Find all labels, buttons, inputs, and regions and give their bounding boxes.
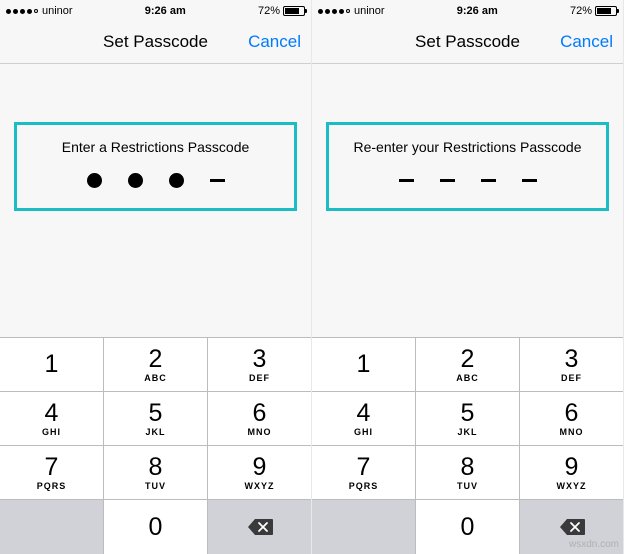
status-right: 72% <box>570 5 617 17</box>
phone-screen-2: uninor 9:26 am 72% Set Passcode Cancel R… <box>312 0 624 554</box>
numeric-keypad: 1 2ABC 3DEF 4GHI 5JKL 6MNO 7PQRS 8TUV 9W… <box>312 337 623 554</box>
key-4[interactable]: 4GHI <box>0 392 104 446</box>
signal-icon <box>6 9 38 14</box>
prompt-label: Re-enter your Restrictions Passcode <box>335 139 600 155</box>
backspace-icon <box>559 518 585 536</box>
nav-bar: Set Passcode Cancel <box>312 20 623 64</box>
key-7[interactable]: 7PQRS <box>312 446 416 500</box>
status-bar: uninor 9:26 am 72% <box>0 0 311 20</box>
passcode-dot-empty <box>481 173 496 188</box>
key-6[interactable]: 6MNO <box>208 392 311 446</box>
carrier-label: uninor <box>354 5 385 17</box>
prompt-label: Enter a Restrictions Passcode <box>23 139 288 155</box>
key-9[interactable]: 9WXYZ <box>520 446 623 500</box>
status-left: uninor <box>318 5 385 17</box>
passcode-dot-filled <box>87 173 102 188</box>
signal-icon <box>318 9 350 14</box>
key-6[interactable]: 6MNO <box>520 392 623 446</box>
key-9[interactable]: 9WXYZ <box>208 446 311 500</box>
key-5[interactable]: 5JKL <box>104 392 208 446</box>
backspace-button[interactable] <box>208 500 311 554</box>
backspace-button[interactable] <box>520 500 623 554</box>
passcode-dot-filled <box>128 173 143 188</box>
key-0[interactable]: 0 <box>416 500 520 554</box>
key-blank <box>312 500 416 554</box>
passcode-dot-empty <box>210 173 225 188</box>
key-7[interactable]: 7PQRS <box>0 446 104 500</box>
key-2[interactable]: 2ABC <box>104 338 208 392</box>
key-4[interactable]: 4GHI <box>312 392 416 446</box>
key-8[interactable]: 8TUV <box>416 446 520 500</box>
clock-label: 9:26 am <box>145 5 186 17</box>
key-5[interactable]: 5JKL <box>416 392 520 446</box>
cancel-button[interactable]: Cancel <box>248 32 301 52</box>
clock-label: 9:26 am <box>457 5 498 17</box>
key-1[interactable]: 1 <box>0 338 104 392</box>
passcode-dot-empty <box>440 173 455 188</box>
key-2[interactable]: 2ABC <box>416 338 520 392</box>
passcode-prompt-box: Re-enter your Restrictions Passcode <box>326 122 609 211</box>
passcode-prompt-box: Enter a Restrictions Passcode <box>14 122 297 211</box>
key-blank <box>0 500 104 554</box>
key-3[interactable]: 3DEF <box>208 338 311 392</box>
status-bar: uninor 9:26 am 72% <box>312 0 623 20</box>
battery-percent: 72% <box>570 5 592 17</box>
passcode-dots <box>23 173 288 188</box>
passcode-dot-filled <box>169 173 184 188</box>
battery-icon <box>595 6 617 16</box>
backspace-icon <box>247 518 273 536</box>
content-area: Enter a Restrictions Passcode <box>0 64 311 271</box>
status-left: uninor <box>6 5 73 17</box>
numeric-keypad: 1 2ABC 3DEF 4GHI 5JKL 6MNO 7PQRS 8TUV 9W… <box>0 337 311 554</box>
page-title: Set Passcode <box>415 32 520 52</box>
page-title: Set Passcode <box>103 32 208 52</box>
content-area: Re-enter your Restrictions Passcode <box>312 64 623 271</box>
passcode-dot-empty <box>399 173 414 188</box>
status-right: 72% <box>258 5 305 17</box>
key-1[interactable]: 1 <box>312 338 416 392</box>
battery-icon <box>283 6 305 16</box>
key-0[interactable]: 0 <box>104 500 208 554</box>
key-3[interactable]: 3DEF <box>520 338 623 392</box>
passcode-dots <box>335 173 600 188</box>
battery-percent: 72% <box>258 5 280 17</box>
nav-bar: Set Passcode Cancel <box>0 20 311 64</box>
passcode-dot-empty <box>522 173 537 188</box>
key-8[interactable]: 8TUV <box>104 446 208 500</box>
cancel-button[interactable]: Cancel <box>560 32 613 52</box>
phone-screen-1: uninor 9:26 am 72% Set Passcode Cancel E… <box>0 0 312 554</box>
carrier-label: uninor <box>42 5 73 17</box>
